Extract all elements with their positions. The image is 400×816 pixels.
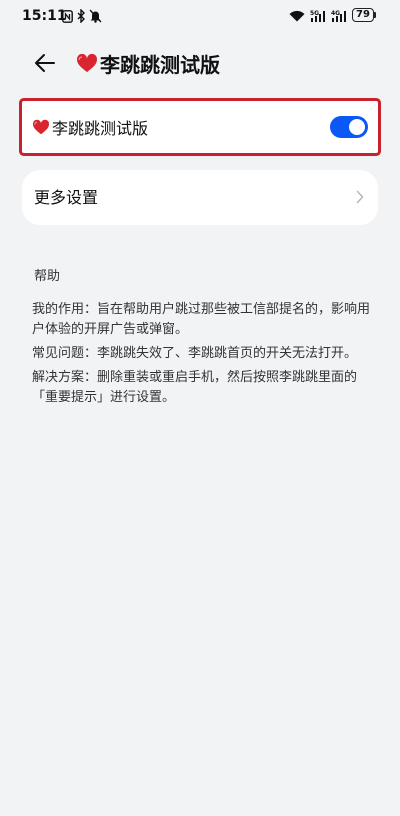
back-arrow-icon[interactable] <box>30 48 60 78</box>
status-time: 15:11 <box>22 8 67 24</box>
signal-4g-icon: 4G <box>331 9 349 23</box>
battery-tip <box>374 12 376 18</box>
wifi-icon <box>288 9 306 23</box>
svg-text:5G: 5G <box>310 10 319 17</box>
page-title-text: 李跳跳测试版 <box>100 52 220 77</box>
help-body: 我的作用：旨在帮助用户跳过那些被工信部提名的，影响用户体验的开屏广告或弹窗。 常… <box>32 300 372 412</box>
more-settings-label: 更多设置 <box>34 188 99 207</box>
help-paragraph-faq: 常见问题：李跳跳失效了、李跳跳首页的开关无法打开。 <box>32 346 358 361</box>
mute-icon <box>88 9 102 23</box>
help-paragraph-role: 我的作用：旨在帮助用户跳过那些被工信部提名的，影响用户体验的开屏广告或弹窗。 <box>32 302 371 337</box>
battery-icon: 79 <box>352 8 374 22</box>
bluetooth-icon <box>76 9 86 23</box>
more-settings-item[interactable]: 更多设置 <box>22 170 378 225</box>
status-bar: 15:11 5G 4G 79 <box>0 0 400 34</box>
chevron-right-icon <box>356 190 364 204</box>
nfc-icon <box>61 9 73 23</box>
service-toggle-label: 李跳跳测试版 <box>52 119 149 138</box>
service-toggle-card[interactable]: 李跳跳测试版 <box>22 101 378 153</box>
page-title: 李跳跳测试版 <box>76 47 220 79</box>
help-heading: 帮助 <box>34 269 61 284</box>
signal-5g-icon: 5G <box>310 9 328 23</box>
svg-text:4G: 4G <box>331 10 340 17</box>
service-toggle-row: 李跳跳测试版 <box>32 101 148 153</box>
back-button[interactable] <box>30 48 60 78</box>
heart-icon <box>76 53 98 73</box>
help-paragraph-solution: 解决方案：删除重装或重启手机，然后按照李跳跳里面的「重要提示」进行设置。 <box>32 370 358 405</box>
toggle-knob <box>349 119 365 135</box>
heart-icon <box>32 119 50 135</box>
service-toggle-switch[interactable] <box>330 116 368 138</box>
